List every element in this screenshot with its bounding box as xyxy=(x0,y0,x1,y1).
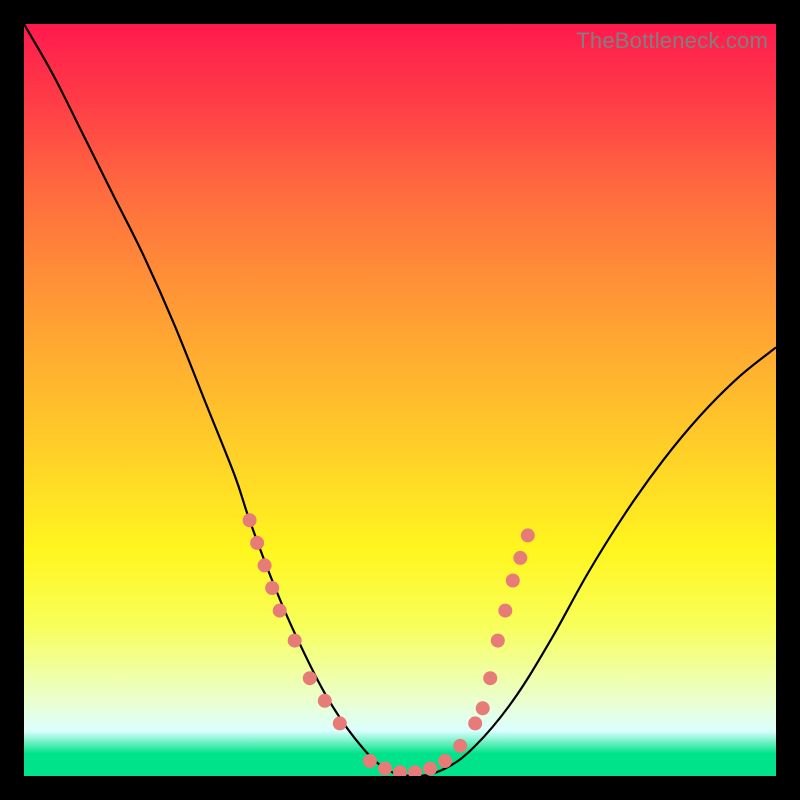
plot-area: TheBottleneck.com xyxy=(24,24,776,776)
curve-marker xyxy=(265,581,279,595)
curve-marker xyxy=(513,551,527,565)
curve-marker xyxy=(483,671,497,685)
curve-marker xyxy=(468,716,482,730)
curve-marker xyxy=(363,754,377,768)
curve-marker xyxy=(453,739,467,753)
curve-marker xyxy=(521,528,535,542)
curve-marker xyxy=(506,574,520,588)
curve-marker xyxy=(408,765,422,776)
bottleneck-curve xyxy=(24,24,776,776)
curve-marker xyxy=(303,671,317,685)
curve-marker xyxy=(491,634,505,648)
curve-marker xyxy=(243,513,257,527)
curve-markers xyxy=(243,513,535,776)
curve-marker xyxy=(393,765,407,776)
curve-marker xyxy=(476,701,490,715)
curve-marker xyxy=(333,716,347,730)
curve-marker xyxy=(423,762,437,776)
curve-marker xyxy=(378,762,392,776)
curve-marker xyxy=(288,634,302,648)
curve-marker xyxy=(250,536,264,550)
curve-marker xyxy=(273,604,287,618)
curve-marker xyxy=(318,694,332,708)
curve-marker xyxy=(438,754,452,768)
watermark-label: TheBottleneck.com xyxy=(576,28,768,54)
chart-svg xyxy=(24,24,776,776)
curve-marker xyxy=(498,604,512,618)
chart-frame: TheBottleneck.com xyxy=(24,24,776,776)
curve-marker xyxy=(258,558,272,572)
